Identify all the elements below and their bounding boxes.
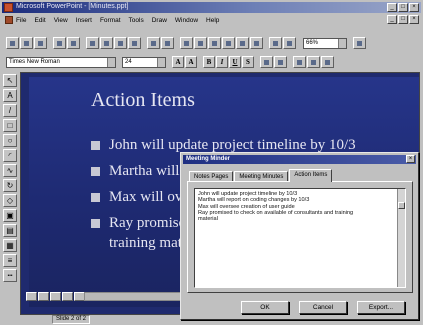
outline-view-icon[interactable] — [38, 292, 49, 301]
grayscale-icon[interactable] — [269, 37, 282, 49]
font-size-value: 24 — [125, 58, 132, 65]
dash-style-icon[interactable]: ┅ — [3, 269, 17, 282]
minimize-button[interactable]: _ — [387, 3, 397, 12]
tab-action-items[interactable]: Action Items — [289, 169, 333, 182]
fill-color-icon[interactable]: ▣ — [3, 209, 17, 222]
slide-layout-icon[interactable] — [283, 37, 296, 49]
tab-panel: John will update project timeline by 10/… — [187, 181, 413, 293]
arc-tool-icon[interactable]: ◜ — [3, 149, 17, 162]
autoshapes-icon[interactable]: ◇ — [3, 194, 17, 207]
underline-button[interactable]: U — [229, 56, 241, 68]
menu-view[interactable]: View — [54, 17, 68, 24]
menu-file[interactable]: File — [16, 17, 26, 24]
dialog-title-bar[interactable]: Meeting Minder × — [183, 155, 416, 164]
chevron-down-icon[interactable] — [338, 38, 346, 48]
format-painter-icon[interactable] — [128, 37, 141, 49]
insert-picture-icon[interactable] — [236, 37, 249, 49]
close-button[interactable]: × — [409, 3, 419, 12]
zoom-select[interactable]: 66% — [303, 37, 347, 49]
menu-draw[interactable]: Draw — [152, 17, 167, 24]
select-arrow-icon[interactable]: ↖ — [3, 74, 17, 87]
powerpoint-window: Microsoft PowerPoint - [Minutes.ppt] _ □… — [0, 0, 423, 325]
bullets-icon[interactable] — [293, 56, 306, 68]
scroll-up-icon[interactable] — [398, 201, 405, 209]
rectangle-tool-icon[interactable]: □ — [3, 119, 17, 132]
doc-minimize-button[interactable]: _ — [387, 15, 397, 24]
align-center-icon[interactable] — [274, 56, 287, 68]
text-tool-icon[interactable]: A — [3, 89, 17, 102]
menu-insert[interactable]: Insert — [76, 17, 92, 24]
ellipse-tool-icon[interactable]: ○ — [3, 134, 17, 147]
app-icon — [4, 3, 13, 12]
freeform-tool-icon[interactable]: ∿ — [3, 164, 17, 177]
free-rotate-icon[interactable]: ↻ — [3, 179, 17, 192]
align-left-icon[interactable] — [260, 56, 273, 68]
redo-icon[interactable] — [161, 37, 174, 49]
menu-tools[interactable]: Tools — [129, 17, 144, 24]
export-button[interactable]: Export... — [357, 301, 405, 314]
font-name: Times New Roman — [9, 58, 60, 65]
line-color-icon[interactable]: ▤ — [3, 224, 17, 237]
line-tool-icon[interactable]: / — [3, 104, 17, 117]
menu-format[interactable]: Format — [100, 17, 121, 24]
insert-clipart-icon[interactable] — [222, 37, 235, 49]
slide-sorter-icon[interactable] — [50, 292, 61, 301]
formatting-toolbar: Times New Roman 24 A A B I U S — [2, 55, 421, 69]
dialog-title: Meeting Minder — [186, 156, 231, 162]
drawing-toolbar: ↖ A / □ ○ ◜ ∿ ↻ ◇ ▣ ▤ ▦ ≡ ┅ — [3, 74, 18, 294]
menu-window[interactable]: Window — [175, 17, 198, 24]
window-title: Microsoft PowerPoint - [Minutes.ppt] — [16, 3, 129, 10]
standard-toolbar: 66% — [2, 36, 421, 50]
help-icon[interactable] — [353, 37, 366, 49]
slide-indicator: Slide 2 of 2 — [52, 314, 91, 324]
menu-edit[interactable]: Edit — [34, 17, 45, 24]
bold-button[interactable]: B — [203, 56, 215, 68]
menu-bar: File Edit View Insert Format Tools Draw … — [2, 15, 421, 25]
apply-design-icon[interactable] — [250, 37, 263, 49]
action-item-line: material — [198, 216, 218, 223]
increase-font-button[interactable]: A — [172, 56, 184, 68]
meeting-minder-dialog: Meeting Minder × Notes Pages Meeting Min… — [180, 152, 419, 320]
insert-slide-icon[interactable] — [180, 37, 193, 49]
copy-icon[interactable] — [100, 37, 113, 49]
demote-icon[interactable] — [321, 56, 334, 68]
shadow-tool-icon[interactable]: ▦ — [3, 239, 17, 252]
document-icon[interactable] — [5, 16, 13, 24]
zoom-value: 66% — [306, 39, 319, 46]
line-style-icon[interactable]: ≡ — [3, 254, 17, 267]
dialog-buttons: OK Cancel Export... — [241, 301, 405, 314]
action-items-textarea[interactable]: John will update project timeline by 10/… — [194, 188, 406, 288]
slide-view-icon[interactable] — [26, 292, 37, 301]
title-bar: Microsoft PowerPoint - [Minutes.ppt] _ □… — [2, 2, 421, 13]
paste-icon[interactable] — [114, 37, 127, 49]
print-icon[interactable] — [53, 37, 66, 49]
italic-button[interactable]: I — [216, 56, 228, 68]
dialog-close-button[interactable]: × — [406, 155, 415, 163]
cancel-button[interactable]: Cancel — [299, 301, 347, 314]
cut-icon[interactable] — [86, 37, 99, 49]
spelling-icon[interactable] — [67, 37, 80, 49]
font-size-select[interactable]: 24 — [122, 56, 166, 68]
insert-chart-icon[interactable] — [208, 37, 221, 49]
doc-close-button[interactable]: × — [409, 15, 419, 24]
slide-title[interactable]: Action Items — [91, 89, 195, 112]
notes-view-icon[interactable] — [62, 292, 73, 301]
doc-restore-button[interactable]: □ — [398, 15, 408, 24]
save-icon[interactable] — [34, 37, 47, 49]
promote-icon[interactable] — [307, 56, 320, 68]
new-icon[interactable] — [6, 37, 19, 49]
ok-button[interactable]: OK — [241, 301, 289, 314]
chevron-down-icon[interactable] — [107, 57, 115, 67]
insert-table-icon[interactable] — [194, 37, 207, 49]
decrease-font-button[interactable]: A — [185, 56, 197, 68]
vertical-scrollbar[interactable] — [397, 189, 405, 287]
shadow-button[interactable]: S — [242, 56, 254, 68]
undo-icon[interactable] — [147, 37, 160, 49]
open-icon[interactable] — [20, 37, 33, 49]
font-select[interactable]: Times New Roman — [6, 56, 116, 68]
maximize-button[interactable]: □ — [398, 3, 408, 12]
horizontal-scrollbar[interactable] — [84, 292, 184, 301]
chevron-down-icon[interactable] — [157, 57, 165, 67]
menu-help[interactable]: Help — [206, 17, 219, 24]
